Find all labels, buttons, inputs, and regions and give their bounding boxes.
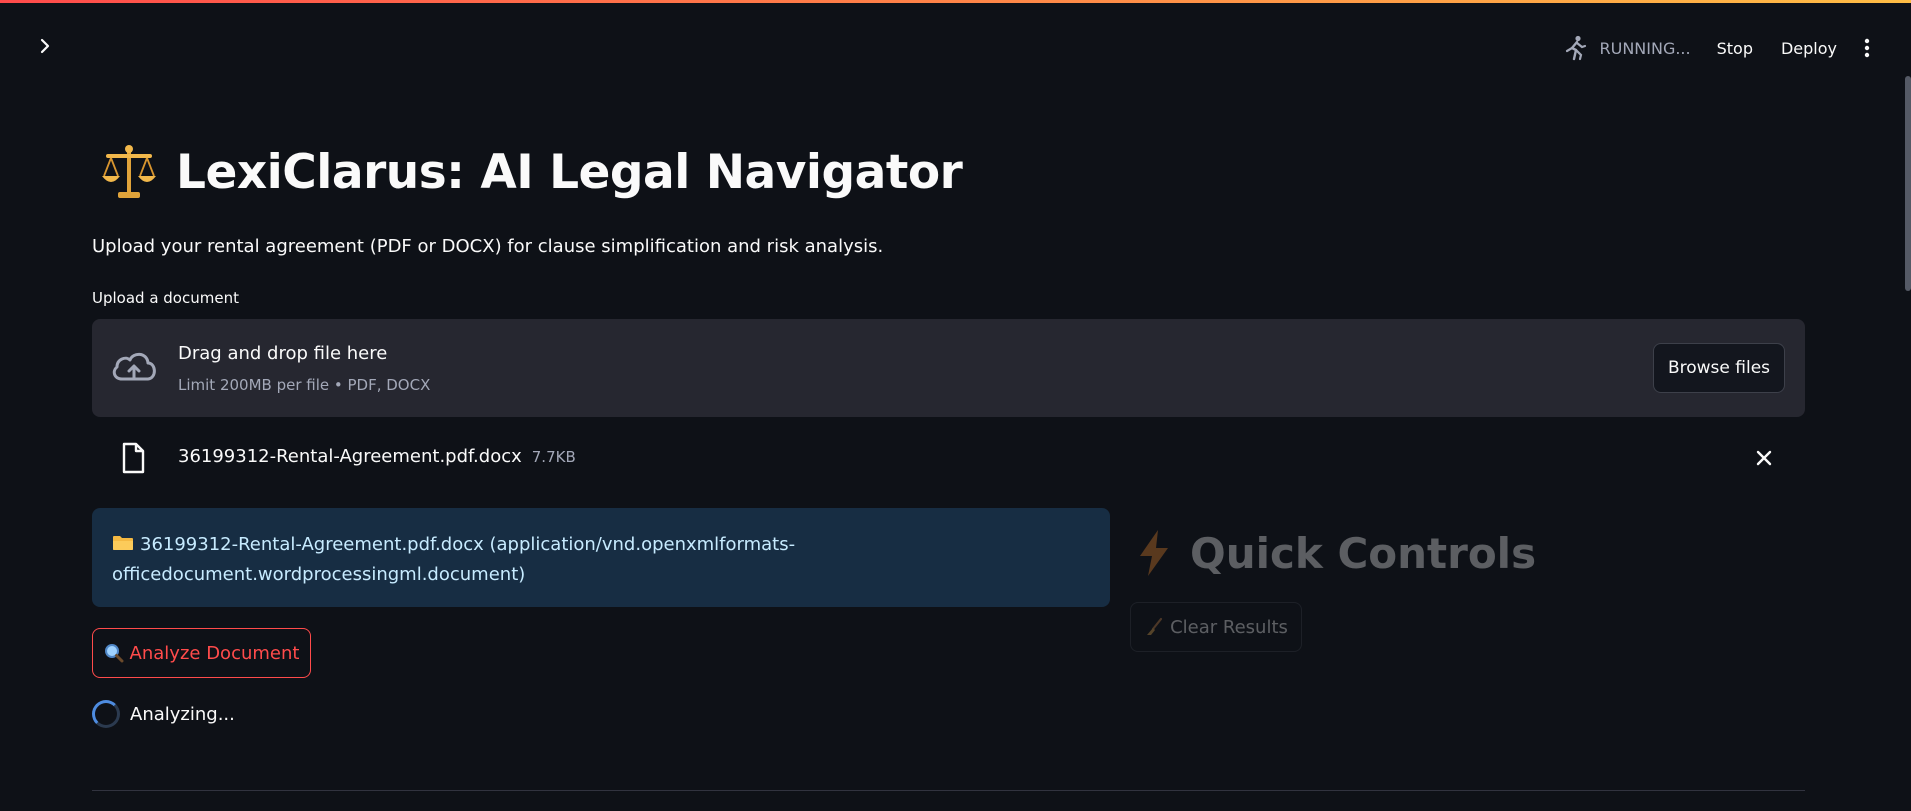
lightning-bolt-icon [1140,530,1168,576]
clear-button-label: Clear Results [1170,616,1288,638]
page-scrollbar[interactable] [1905,76,1911,291]
loading-spinner-icon [92,700,120,728]
app-header: RUNNING... Stop Deploy [0,3,1911,87]
deploy-button[interactable]: Deploy [1781,39,1837,58]
close-icon[interactable] [1753,447,1775,469]
sidebar-toggle-button[interactable] [30,31,60,61]
kebab-menu-icon [1864,38,1870,58]
page-subtitle: Upload your rental agreement (PDF or DOC… [92,236,884,257]
analyze-document-button[interactable]: Analyze Document [92,628,311,678]
analyzing-text: Analyzing... [130,703,235,725]
clear-results-button[interactable]: Clear Results [1130,602,1302,652]
stop-button[interactable]: Stop [1717,39,1753,58]
file-size: 7.7KB [531,448,576,466]
upload-label: Upload a document [92,289,239,307]
dropzone-limit-text: Limit 200MB per file • PDF, DOCX [178,376,431,394]
running-status: RUNNING... [1599,38,1691,58]
quick-controls-header: Quick Controls [1130,528,1536,578]
quick-controls-title: Quick Controls [1190,528,1537,578]
analyzing-status: Analyzing... [92,700,235,728]
dropzone-instructions: Drag and drop file here [178,343,388,364]
file-info-alert: 36199312-Rental-Agreement.pdf.docx (appl… [92,508,1110,607]
cloud-upload-icon [112,352,156,381]
folder-icon [113,536,133,550]
page-title: LexiClarus: AI Legal Navigator [176,144,963,200]
running-man-icon [1563,35,1589,61]
uploaded-file-item: 36199312-Rental-Agreement.pdf.docx 7.7KB [92,438,1805,478]
section-divider [92,790,1805,791]
uploaded-file-name: 36199312-Rental-Agreement.pdf.docx 7.7KB [178,446,576,467]
balance-scale-icon [102,145,156,198]
file-icon [122,442,145,474]
page-title-row: LexiClarus: AI Legal Navigator [100,142,963,202]
header-toolbar: RUNNING... Stop Deploy [1563,33,1877,63]
magnifier-icon [104,644,124,663]
file-info-text: 36199312-Rental-Agreement.pdf.docx (appl… [112,534,796,585]
chevron-right-icon [40,38,50,54]
quick-controls-panel: Quick Controls Clear Results [1130,528,1536,652]
file-dropzone[interactable]: Drag and drop file here Limit 200MB per … [92,319,1805,417]
analyze-button-label: Analyze Document [129,642,300,664]
file-name-text: 36199312-Rental-Agreement.pdf.docx [178,446,522,467]
main-menu-button[interactable] [1857,33,1877,63]
browse-files-button[interactable]: Browse files [1653,343,1785,393]
broom-icon [1147,617,1163,635]
